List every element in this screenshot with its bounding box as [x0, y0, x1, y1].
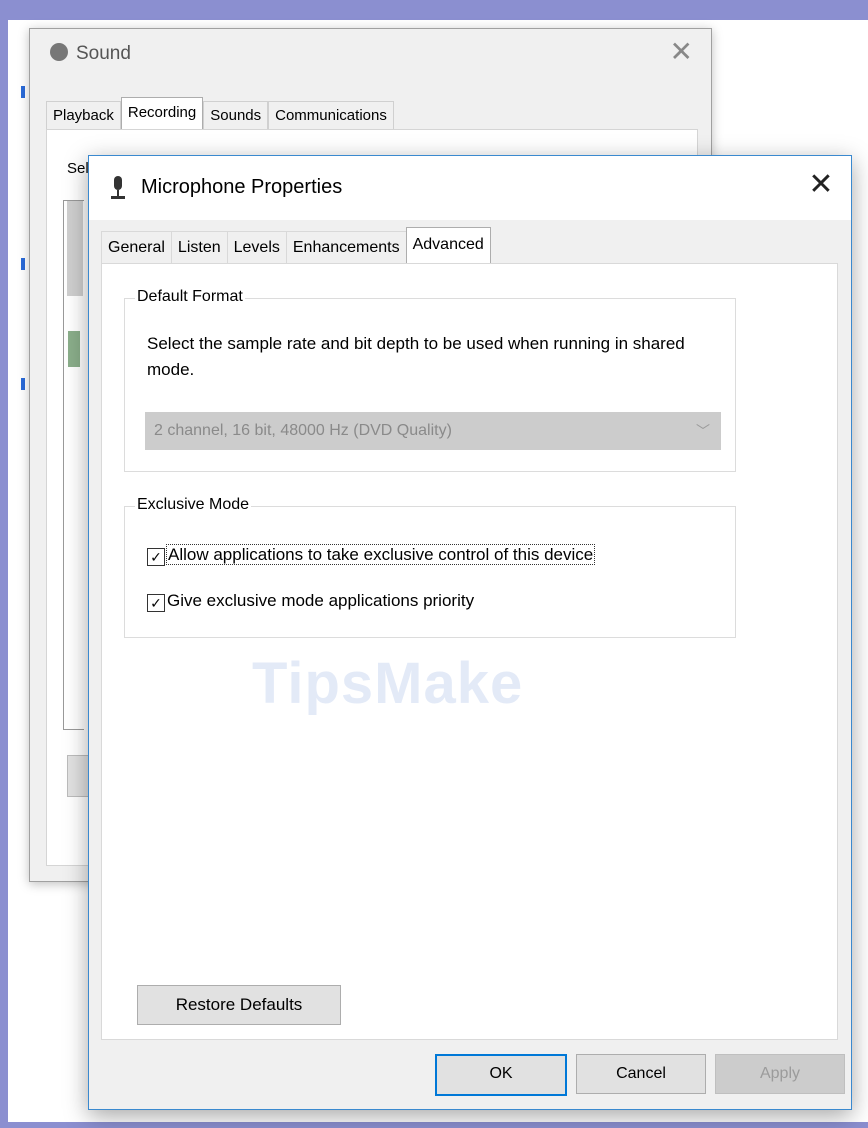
sound-tab-bar: Playback Recording Sounds Communications	[46, 97, 394, 130]
exclusive-mode-label: Exclusive Mode	[135, 496, 252, 514]
tab-bar: General Listen Levels Enhancements Advan…	[101, 227, 491, 264]
sample-format-dropdown[interactable]: 2 channel, 16 bit, 48000 Hz (DVD Quality…	[145, 412, 721, 450]
microphone-icon	[111, 176, 125, 200]
tab-recording[interactable]: Recording	[120, 97, 204, 130]
chevron-down-icon: ﹀	[696, 423, 710, 439]
close-icon[interactable]: ✕	[805, 170, 837, 202]
tab-communications[interactable]: Communications	[268, 101, 394, 130]
dialog-title: Microphone Properties	[141, 176, 343, 198]
background-link-fragment	[21, 86, 25, 98]
ok-button[interactable]: OK	[435, 1054, 567, 1096]
priority-label[interactable]: Give exclusive mode applications priorit…	[167, 591, 474, 610]
tab-listen[interactable]: Listen	[170, 231, 227, 264]
cancel-button[interactable]: Cancel	[576, 1054, 706, 1094]
recording-device-list[interactable]	[63, 200, 84, 730]
partial-instructions: Sel	[67, 160, 89, 177]
sample-format-value: 2 channel, 16 bit, 48000 Hz (DVD Quality…	[154, 422, 452, 439]
list-scrollbar[interactable]	[67, 201, 83, 296]
tab-sounds[interactable]: Sounds	[203, 101, 269, 130]
tab-general[interactable]: General	[101, 231, 171, 264]
priority-checkbox[interactable]: ✓	[147, 594, 165, 612]
allow-exclusive-checkbox[interactable]: ✓	[147, 548, 165, 566]
device-icon	[68, 331, 80, 367]
allow-exclusive-row[interactable]: ✓ Allow applications to take exclusive co…	[147, 543, 596, 567]
tab-levels[interactable]: Levels	[226, 231, 286, 264]
tab-advanced[interactable]: Advanced	[405, 227, 491, 264]
allow-exclusive-label[interactable]: Allow applications to take exclusive con…	[165, 544, 596, 565]
default-format-description: Select the sample rate and bit depth to …	[147, 334, 685, 379]
tab-playback[interactable]: Playback	[46, 101, 121, 130]
title-bar: Microphone Properties ✕	[89, 156, 851, 220]
restore-defaults-button[interactable]: Restore Defaults	[137, 985, 341, 1025]
close-icon[interactable]: ✕	[670, 35, 693, 68]
speaker-icon	[50, 43, 68, 61]
default-format-label: Default Format	[135, 288, 245, 306]
background-link-fragment	[21, 378, 25, 390]
apply-button[interactable]: Apply	[715, 1054, 845, 1094]
background-link-fragment	[21, 258, 25, 270]
microphone-properties-dialog: Microphone Properties ✕ General Listen L…	[88, 155, 852, 1110]
advanced-tab-panel: Default Format Select the sample rate an…	[101, 263, 838, 1040]
priority-row[interactable]: ✓ Give exclusive mode applications priori…	[147, 589, 474, 613]
default-format-group: Default Format Select the sample rate an…	[124, 288, 736, 472]
exclusive-mode-group: Exclusive Mode ✓ Allow applications to ta…	[124, 496, 736, 638]
sound-window-title: Sound	[50, 43, 131, 65]
tab-enhancements[interactable]: Enhancements	[285, 231, 406, 264]
watermark-logo: TipsMake	[252, 651, 524, 716]
